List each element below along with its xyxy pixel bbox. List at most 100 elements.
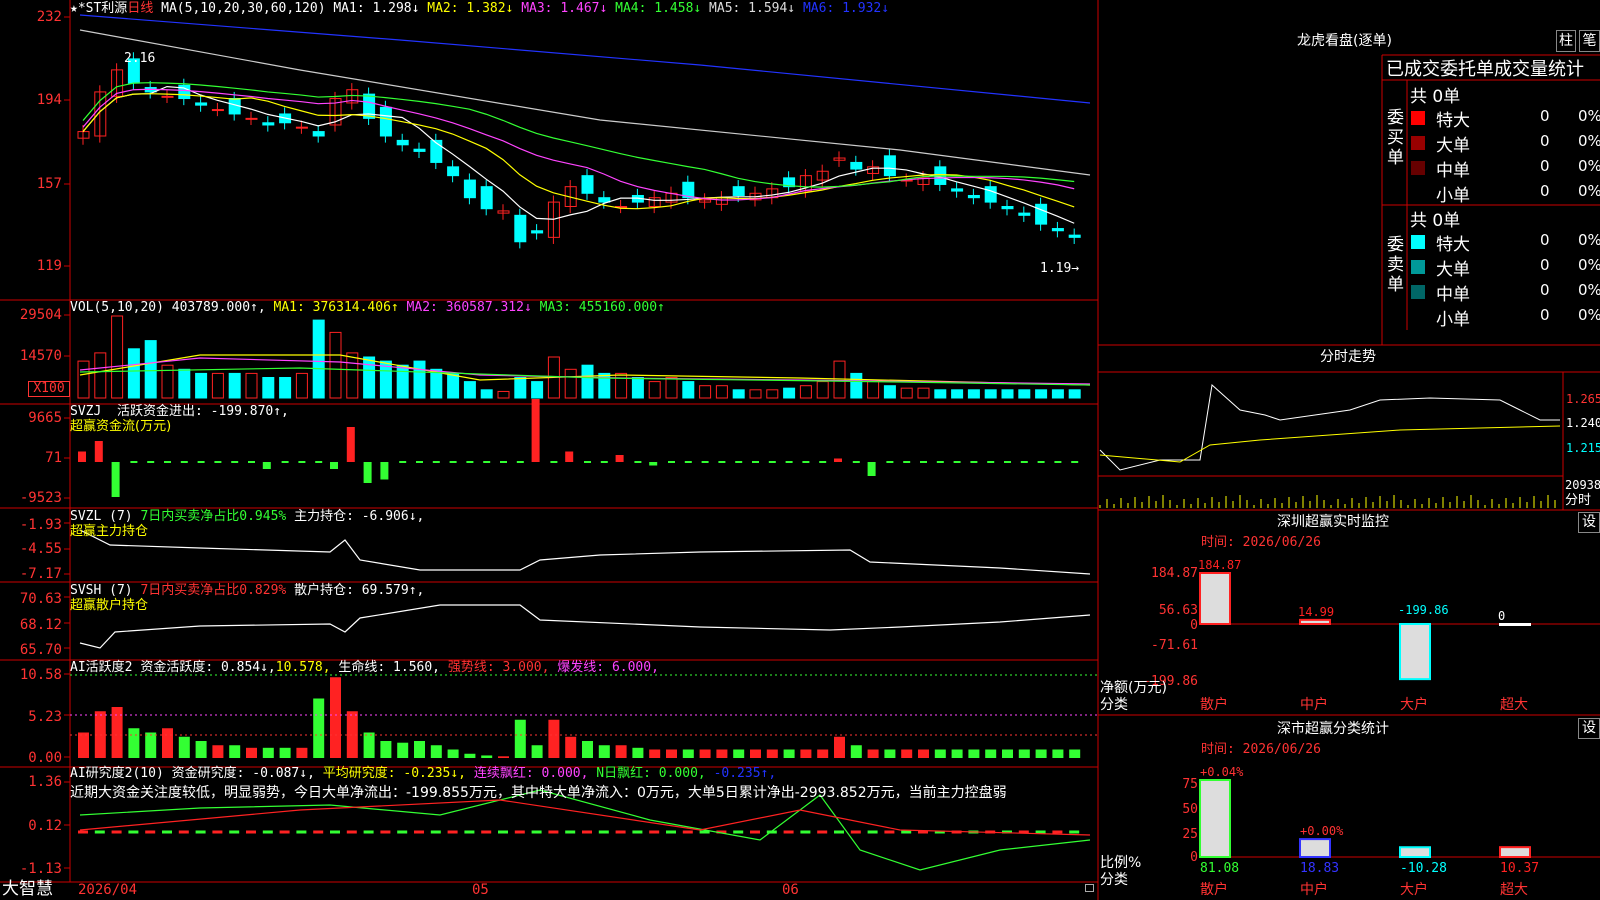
activity-bar <box>1052 749 1064 758</box>
volume-bar <box>178 368 191 399</box>
vol-ma-value-3: MA3: 455160.000↑ <box>531 300 665 315</box>
activity-bar <box>330 677 341 758</box>
candle-body <box>732 186 745 196</box>
date-axis-label: 05 <box>472 882 489 898</box>
candle-body <box>531 230 544 234</box>
volume-bar <box>900 387 913 399</box>
volume-bar <box>732 389 745 399</box>
swatch <box>1411 310 1425 324</box>
y-tick: 25 <box>1182 827 1198 842</box>
tick-mode-button[interactable]: 笔 <box>1579 30 1600 52</box>
lock-icon[interactable] <box>1085 884 1094 892</box>
activity-bar <box>951 749 963 758</box>
volume-bar <box>211 372 224 399</box>
volume-bar <box>1068 389 1081 399</box>
candle-body <box>1018 212 1031 216</box>
candle-body <box>1068 234 1081 238</box>
activity-bar <box>834 736 845 758</box>
candle-body <box>967 194 980 199</box>
candle-body <box>883 155 896 177</box>
activity-bar <box>934 749 946 758</box>
ai2-header: AI研究度2(10) 资金研究度: -0.087↓, 平均研究度: -0.235… <box>70 766 777 781</box>
sell-row-percent: 0% <box>1578 281 1600 299</box>
volume-bar <box>413 360 426 399</box>
classify-bar-change: +0.00% <box>1300 824 1344 838</box>
main-header: ★*ST利源日线 MA(5,10,20,30,60,120) MA1: 1.29… <box>70 2 889 16</box>
volume-bar <box>245 372 258 399</box>
activity-bar <box>598 745 610 758</box>
classify-bar-value: -10.28 <box>1400 861 1447 876</box>
candle-body <box>413 148 426 152</box>
swatch <box>1411 136 1425 150</box>
classify-title: 深市超赢分类统计 <box>1277 721 1389 737</box>
volume-bar <box>430 368 443 399</box>
volume-bar <box>111 315 124 399</box>
ai1-y-tick: 10.58 <box>19 667 62 683</box>
volume-bar <box>934 389 947 399</box>
candle-body <box>195 102 208 106</box>
flow-bar <box>346 427 355 462</box>
volume-bar <box>77 360 90 399</box>
category-label: 中户 <box>1300 882 1328 898</box>
buy-row-value: 0 <box>1540 107 1550 125</box>
monitor-date: 时间: 2026/06/26 <box>1201 535 1321 550</box>
monitor-bar <box>1299 618 1331 626</box>
monitor-settings-button[interactable]: 设 <box>1578 512 1600 533</box>
sell-row-percent: 0% <box>1578 256 1600 274</box>
classify-settings-button[interactable]: 设 <box>1578 718 1600 739</box>
activity-bar <box>666 749 677 758</box>
y-tick: 119 <box>36 258 62 274</box>
volume-bar <box>480 389 493 399</box>
ma-definition: MA(5,10,20,30,60,120) <box>161 1 326 16</box>
volume-bar <box>531 381 544 399</box>
chart-canvas[interactable]: 184.87 14.99 -199.86 0 81.08 +0.04% 18.83 +0.00… <box>0 0 1600 900</box>
candle-body <box>1051 228 1064 232</box>
candle-body <box>161 95 174 98</box>
activity-bar <box>716 749 728 758</box>
volume-bar <box>615 372 628 399</box>
volume-bar <box>766 389 779 399</box>
candle-body <box>1001 206 1014 210</box>
y-tick: -71.61 <box>1151 638 1198 653</box>
activity-bar <box>195 741 207 758</box>
period-label[interactable]: 日线 <box>127 1 153 16</box>
category-label: 大户 <box>1400 697 1428 713</box>
swatch <box>1411 186 1425 200</box>
y-tick: 232 <box>36 9 62 25</box>
category-label: 散户 <box>1200 697 1228 713</box>
research-line <box>79 789 1091 871</box>
activity-bar <box>867 749 879 758</box>
volume-bar <box>967 389 980 399</box>
flow-bar <box>363 462 372 483</box>
fenshi-vol-label: 分时 <box>1565 493 1592 508</box>
buy-row-label: 特大 <box>1436 111 1470 131</box>
activity-bar <box>296 747 308 758</box>
svsh-header: SVSH (7) 7日内买卖净占比0.829% 散户持仓: 69.579↑, <box>70 583 425 598</box>
svzj-title: 超赢资金流(万元) <box>70 419 172 434</box>
category-label: 大户 <box>1400 882 1428 898</box>
stock-name[interactable]: ★*ST利源 <box>70 1 127 16</box>
svzj-y-tick: 9665 <box>28 410 62 426</box>
sell-row-value: 0 <box>1540 256 1550 274</box>
volume-bar <box>631 377 644 399</box>
volume-bar <box>1018 389 1031 399</box>
monitor-xlabel: 分类 <box>1100 697 1128 713</box>
vol-unit-button[interactable]: X100 <box>28 381 70 397</box>
monitor-bar <box>1499 623 1531 626</box>
activity-bar <box>229 745 241 758</box>
classify-bar-value: 10.37 <box>1500 861 1539 876</box>
candle-body <box>480 186 493 210</box>
bar-mode-button[interactable]: 柱 <box>1556 30 1576 52</box>
flow-bar <box>262 462 271 469</box>
y-tick: 194 <box>36 92 62 108</box>
flow-bar <box>111 462 120 497</box>
volume-bar <box>279 377 292 399</box>
vol-ma-value-2: MA2: 360587.312↓ <box>398 300 532 315</box>
svzj-y-tick: -9523 <box>19 490 62 506</box>
candle-body <box>430 139 443 163</box>
buy-row-label: 小单 <box>1436 186 1470 206</box>
research-avg-line <box>79 799 1091 836</box>
svzj-header: SVZJ 活跃资金进出: -199.870↑, <box>70 404 289 419</box>
volume-bar <box>951 389 964 399</box>
activity-bar <box>145 732 157 758</box>
